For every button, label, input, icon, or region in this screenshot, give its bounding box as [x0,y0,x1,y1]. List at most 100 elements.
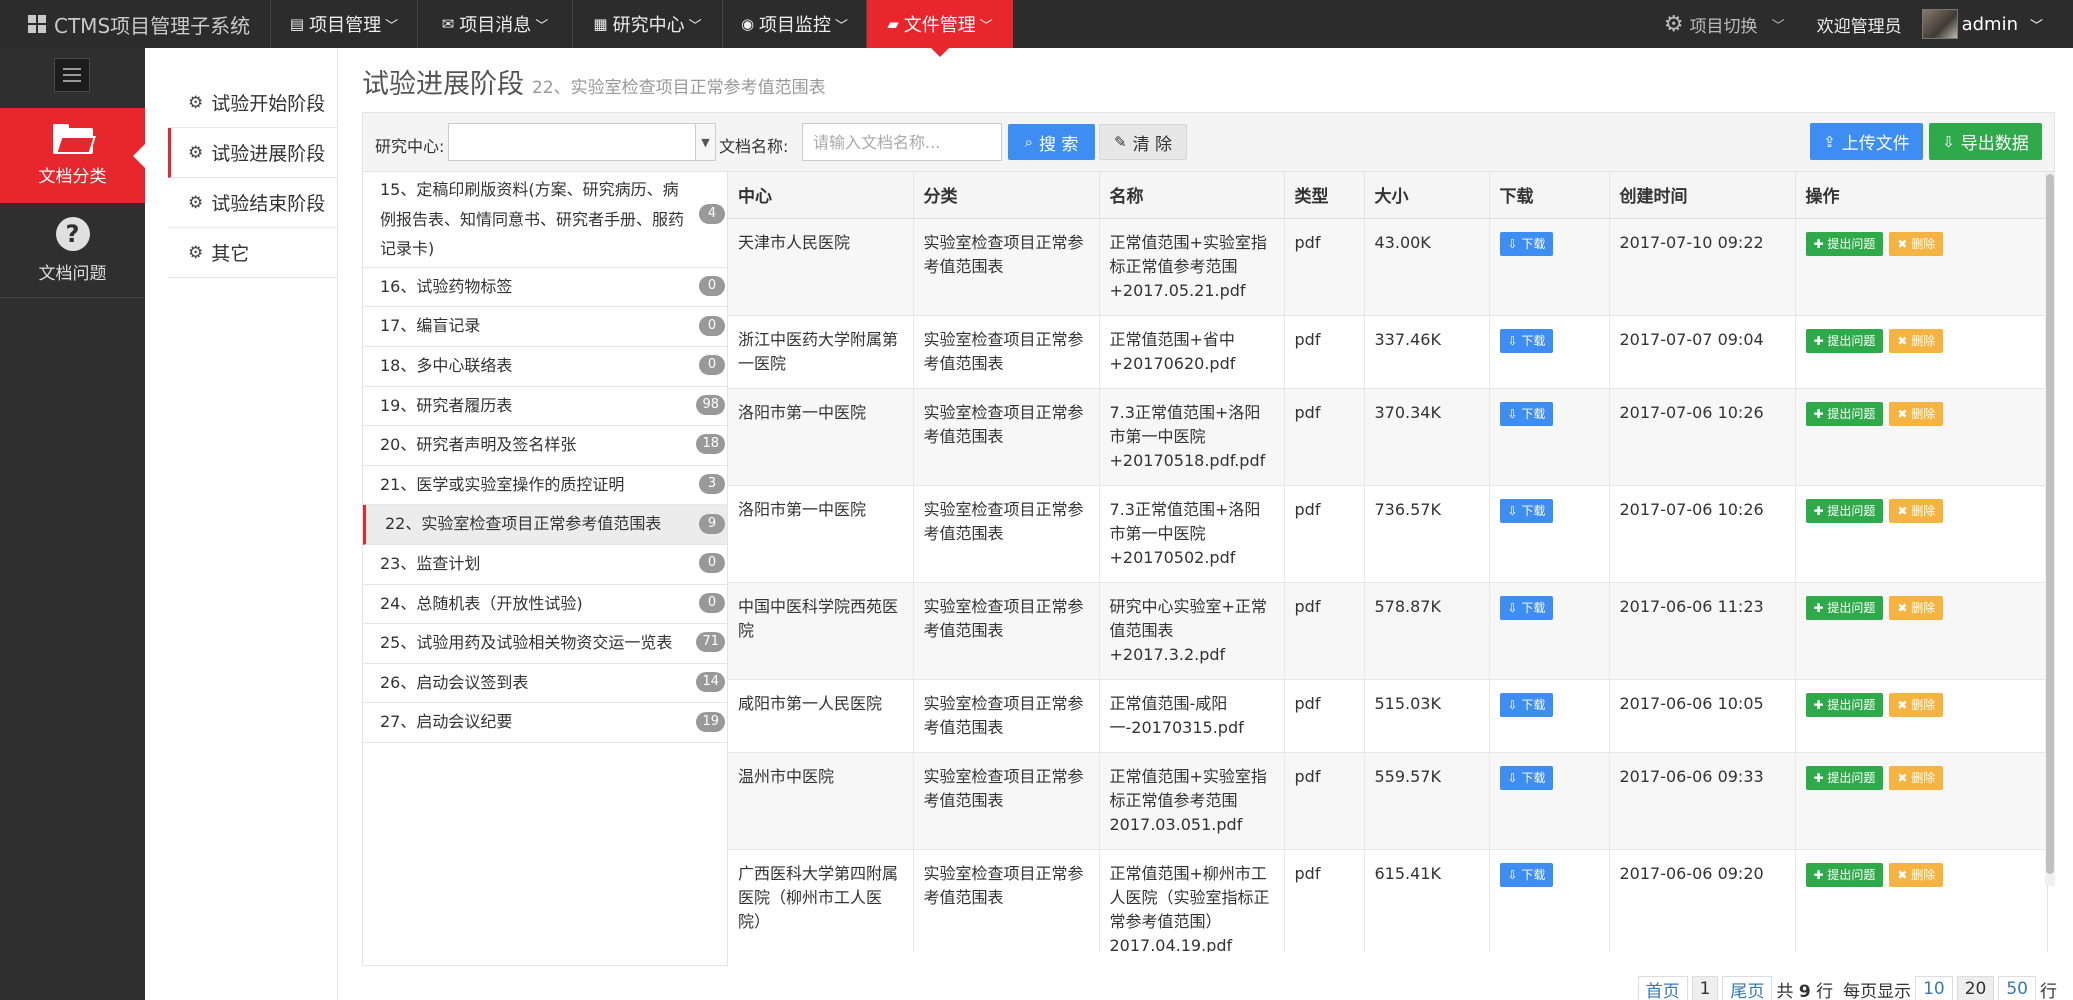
download-button[interactable]: ⇩ 下载 [1499,328,1554,353]
plus-icon: ✚ [1813,600,1824,615]
column-header-type[interactable]: 类型 [1284,172,1365,219]
scrollbar-thumb[interactable] [2046,174,2054,874]
delete-button[interactable]: ✖ 删除 [1889,595,1944,620]
download-button[interactable]: ⇩ 下载 [1499,401,1554,426]
raise-question-button[interactable]: ✚ 提出问题 [1805,692,1884,717]
column-header-size[interactable]: 大小 [1364,172,1490,219]
docname-input[interactable] [802,123,1002,161]
column-header-created[interactable]: 创建时间 [1609,172,1796,219]
sidebar-item-doc-problem[interactable]: ? 文档问题 [0,203,145,298]
plus-icon: ✚ [1813,503,1824,518]
doc-type-item[interactable]: 21、医学或实验室操作的质控证明 3 [363,466,727,506]
delete-button[interactable]: ✖ 删除 [1889,862,1944,887]
stage-item-other[interactable]: ⚙ 其它 [168,228,338,278]
column-header-center[interactable]: 中心 [728,172,914,219]
table-row[interactable]: 浙江中医药大学附属第一医院 实验室检查项目正常参考值范围表 正常值范围+省中+201… [728,315,2047,389]
doc-type-item[interactable]: 17、编盲记录 0 [363,307,727,347]
cell-download: ⇩ 下载 [1489,218,1610,316]
nav-item-4[interactable]: ◉ 项目监控 ﹀ [722,0,866,48]
raise-question-button[interactable]: ✚ 提出问题 [1805,328,1884,353]
raise-question-button[interactable]: ✚ 提出问题 [1805,595,1884,620]
nav-item-5[interactable]: ▰ 文件管理 ﹀ [866,0,1013,57]
last-page-link[interactable]: 尾页 [1722,976,1773,1000]
download-button[interactable]: ⇩ 下载 [1499,231,1554,256]
export-button[interactable]: ⇩ 导出数据 [1929,123,2042,160]
stage-item-start[interactable]: ⚙ 试验开始阶段 [168,78,338,128]
stage-item-end[interactable]: ⚙ 试验结束阶段 [168,178,338,228]
sidebar-item-doc-category[interactable]: 文档分类 [0,108,145,203]
download-icon: ⇩ [1942,132,1955,151]
delete-button[interactable]: ✖ 删除 [1889,765,1944,790]
doc-type-item[interactable]: 16、试验药物标签 0 [363,268,727,308]
table-row[interactable]: 洛阳市第一中医院 实验室检查项目正常参考值范围表 7.3正常值范围+洛阳市第一中医院… [728,485,2047,583]
search-icon: ⌕ [1024,133,1033,151]
doc-type-item[interactable]: 27、启动会议纪要 19 [363,703,727,743]
doc-type-item[interactable]: 24、总随机表（开放性试验) 0 [363,585,727,625]
doc-type-item[interactable]: 20、研究者声明及签名样张 18 [363,426,727,466]
raise-question-button[interactable]: ✚ 提出问题 [1805,401,1884,426]
table-row[interactable]: 天津市人民医院 实验室检查项目正常参考值范围表 正常值范围+实验室指标正常值参考范围… [728,218,2047,316]
brand[interactable]: CTMS项目管理子系统 [0,0,268,48]
raise-question-button[interactable]: ✚ 提出问题 [1805,231,1884,256]
gears-icon: ⚙ [1663,11,1684,37]
doc-type-item[interactable]: 25、试验用药及试验相关物资交运一览表 71 [363,624,727,664]
doc-type-item[interactable]: 22、实验室检查项目正常参考值范围表 9 [363,505,727,545]
download-button[interactable]: ⇩ 下载 [1499,595,1554,620]
download-icon: ⇩ [1507,600,1518,615]
delete-button[interactable]: ✖ 删除 [1889,231,1944,256]
search-button[interactable]: ⌕ 搜 索 [1008,124,1095,160]
table-row[interactable]: 广西医科大学第四附属医院（柳州市工人医院） 实验室检查项目正常参考值范围表 正常值范… [728,849,2047,952]
clear-button-label: 清 除 [1132,134,1172,155]
doc-type-item[interactable]: 26、启动会议签到表 14 [363,664,727,704]
first-page-link[interactable]: 首页 [1637,976,1688,1000]
nav-item-label: 文件管理 [903,15,976,36]
center-select[interactable]: ▼ [448,123,716,161]
column-header-download[interactable]: 下载 [1489,172,1610,219]
delete-button[interactable]: ✖ 删除 [1889,692,1944,717]
delete-button[interactable]: ✖ 删除 [1889,401,1944,426]
cell-type: pdf [1284,218,1365,316]
download-icon: ⇩ [1507,406,1518,421]
user-menu[interactable]: admin ﹀ [1921,9,2043,39]
download-button[interactable]: ⇩ 下载 [1499,692,1554,717]
nav-item-2[interactable]: ✉ 项目消息 ﹀ [417,0,572,48]
clear-button[interactable]: ✎ 清 除 [1099,124,1187,160]
raise-question-button[interactable]: ✚ 提出问题 [1805,862,1884,887]
sidebar-toggle-button[interactable] [54,58,90,92]
delete-button-label: 删除 [1911,503,1936,518]
table-scrollbar[interactable] [2045,172,2055,886]
page-size-10[interactable]: 10 [1915,976,1953,1000]
column-header-actions[interactable]: 操作 [1795,172,2047,219]
cell-created: 2017-06-06 11:23 [1609,582,1796,680]
doc-type-item[interactable]: 15、定稿印刷版资料(方案、研究病历、病例报告表、知情同意书、研究者手册、服药记… [363,172,727,268]
count-badge: 18 [696,434,725,455]
stage-menu: ⚙ 试验开始阶段 ⚙ 试验进展阶段 ⚙ 试验结束阶段 ⚙ 其它 [168,78,338,278]
download-button[interactable]: ⇩ 下载 [1499,862,1554,887]
upload-button[interactable]: ⇪ 上传文件 [1810,123,1923,160]
nav-item-1[interactable]: ▤ 项目管理 ﹀ [270,0,417,48]
nav-item-3[interactable]: ▦ 研究中心 ﹀ [572,0,722,48]
stage-item-progress[interactable]: ⚙ 试验进展阶段 [168,128,338,178]
doc-type-item[interactable]: 18、多中心联络表 0 [363,347,727,387]
download-button[interactable]: ⇩ 下载 [1499,498,1554,523]
table-row[interactable]: 温州市中医院 实验室检查项目正常参考值范围表 正常值范围+实验室指标正常值参考范围2… [728,752,2047,850]
doc-type-label: 23、监查计划 [380,553,481,573]
raise-question-button[interactable]: ✚ 提出问题 [1805,765,1884,790]
table-row[interactable]: 洛阳市第一中医院 实验室检查项目正常参考值范围表 7.3正常值范围+洛阳市第一中医院… [728,388,2047,486]
delete-button[interactable]: ✖ 删除 [1889,498,1944,523]
page-size-50[interactable]: 50 [1998,976,2036,1000]
raise-question-button[interactable]: ✚ 提出问题 [1805,498,1884,523]
page-number-current[interactable]: 1 [1691,976,1719,1000]
table-row[interactable]: 咸阳市第一人民医院 实验室检查项目正常参考值范围表 正常值范围-咸阳一-201703… [728,679,2047,753]
column-header-name[interactable]: 名称 [1099,172,1285,219]
chat-icon: ✉ [441,15,455,33]
cell-actions: ✚ 提出问题 ✖ 删除 [1795,582,2047,680]
doc-type-item[interactable]: 19、研究者履历表 98 [363,387,727,427]
column-header-category[interactable]: 分类 [913,172,1100,219]
page-size-20[interactable]: 20 [1956,976,1995,1000]
project-switch-dropdown[interactable]: ⚙ 项目切换 ﹀ [1664,12,1785,37]
delete-button[interactable]: ✖ 删除 [1889,328,1944,353]
download-button[interactable]: ⇩ 下载 [1499,765,1554,790]
doc-type-item[interactable]: 23、监查计划 0 [363,545,727,585]
table-row[interactable]: 中国中医科学院西苑医院 实验室检查项目正常参考值范围表 研究中心实验室+正常值范围表… [728,582,2047,680]
